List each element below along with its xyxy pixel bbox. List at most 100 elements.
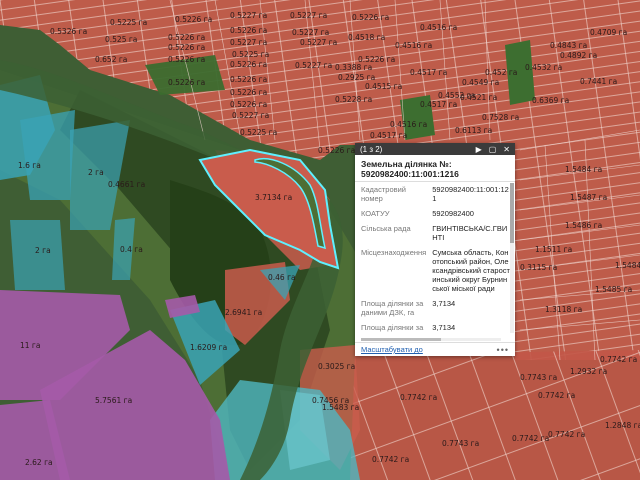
field-value: 3,7134 [432,299,456,308]
parcel-area-label: 0.4517 га [370,131,407,140]
field-value: ГВИНТІВСЬКА/С.ГВИНТІ [432,224,508,242]
parcel-area-label: 0.5227 га [230,38,267,47]
maximize-icon[interactable]: ▢ [489,145,497,154]
parcel-area-label: 0.46 га [268,273,296,282]
parcel-area-label: 0.525 га [105,35,137,44]
parcel-area-label: 1.5484 га [615,261,640,270]
field-key: Місцезнаходження [361,248,427,257]
parcel-area-label: 1.5483 га [322,403,359,412]
parcel-area-label: 0.5326 га [50,27,87,36]
parcel-area-label: 0.2925 га [338,73,375,82]
parcel-area-label: 0.5226 га [168,43,205,52]
field-key: Площа ділянки за даними РРП, га [361,323,424,333]
parcel-area-label: 1.1511 га [535,245,572,254]
field-key: Площа ділянки за даними ДЗК, га [361,299,424,317]
parcel-area-label: 0.4516 га [395,41,432,50]
parcel-area-label: 5.7561 га [95,396,132,405]
popup-body: Кадастровий номер 5920982400:11:001:121 КО… [355,183,510,333]
parcel-area-label: 0.3115 га [520,263,557,272]
play-icon[interactable]: ▶ [476,145,482,154]
parcel-area-label: 0.5226 га [168,78,205,87]
parcel-area-label: 0.4516 га [390,120,427,129]
parcel-area-label: 3.7134 га [255,193,292,202]
parcel-area-label: 0.7742 га [600,355,637,364]
parcel-area-label: 1.5485 га [595,285,632,294]
parcel-area-label: 0.5225 га [110,18,147,27]
parcel-area-label: 0.5226 га [230,88,267,97]
parcel-area-label: 0.452 га [485,68,517,77]
parcel-area-label: 0.4549 га [462,78,499,87]
parcel-area-label: 0.5226 га [168,33,205,42]
field-value: 5920982400:11:001:121 [432,185,509,203]
field-value: 5920982400 [432,209,474,218]
zoom-to-link[interactable]: Масштабувати до [361,345,497,354]
parcel-area-label: 0.7742 га [538,391,575,400]
parcel-area-label: 0.5227 га [300,38,337,47]
popup-field-row: Площа ділянки за даними РРП, га 3,7134 [355,321,510,333]
parcel-area-label: 0.5226 га [168,55,205,64]
parcel-area-label: 0.5227 га [230,11,267,20]
parcel-area-label: 0.5225 га [232,50,269,59]
parcel-area-label: 0.7528 га [482,113,519,122]
popup-field-row: КОАТУУ 5920982400 [355,207,510,222]
parcel-area-label: 0.4521 га [460,93,497,102]
parcel-area-label: 1.5486 га [565,221,602,230]
parcel-area-label: 0.5226 га [230,26,267,35]
parcel-area-label: 1.3118 га [545,305,582,314]
parcel-area-label: 0.4517 га [410,68,447,77]
cadastral-map[interactable]: 0.5225 га 0.5226 га 0.5227 га 0.5227 га 0.52… [0,0,640,480]
parcel-area-label: 0.3388 га [335,63,372,72]
field-value: Сумська область, Конотопський район, Оле… [432,248,510,293]
popup-hscrollbar[interactable] [361,338,501,341]
parcel-area-label: 0.5227 га [290,11,327,20]
parcel-area-label: 2 га [88,168,104,177]
close-icon[interactable]: ✕ [503,145,510,154]
parcel-area-label: 1.6 га [18,161,41,170]
parcel-area-label: 2 га [35,246,51,255]
parcel-area-label: 0.4518 га [348,33,385,42]
field-key: Кадастровий номер [361,185,406,203]
parcel-area-label: 0.7742 га [372,455,409,464]
parcel-area-label: 0.5226 га [352,13,389,22]
parcel-popup[interactable]: (1 з 2) ▶ ▢ ✕ Земельна ділянка №: 592098… [355,143,515,356]
field-key: КОАТУУ [361,209,390,218]
more-options-icon[interactable]: ••• [497,345,509,355]
parcel-area-label: 1.2932 га [570,367,607,376]
parcel-area-label: 0.4892 га [560,51,597,60]
parcel-area-label: 0.4661 га [108,180,145,189]
parcel-area-label: 2.62 га [25,458,53,467]
parcel-area-label: 0.5226 га [230,60,267,69]
parcel-area-label: 0.5226 га [230,75,267,84]
popup-count: (1 з 2) [360,144,383,154]
parcel-area-label: 0.4516 га [420,23,457,32]
popup-scrollbar[interactable] [510,183,514,333]
parcel-area-label: 0.7742 га [400,393,437,402]
parcel-area-label: 0.4515 га [365,82,402,91]
parcel-area-label: 0.5225 га [240,128,277,137]
parcel-area-label: 0.4709 га [590,28,627,37]
popup-field-row: Сільська рада ГВИНТІВСЬКА/С.ГВИНТІ [355,222,510,246]
popup-header: (1 з 2) ▶ ▢ ✕ [355,143,515,155]
popup-field-row: Площа ділянки за даними ДЗК, га 3,7134 [355,297,510,321]
parcel-area-label: 0.7743 га [520,373,557,382]
parcel-area-label: 0.6113 га [455,126,492,135]
parcel-area-label: 1.5484 га [565,165,602,174]
parcel-area-label: 0.5228 га [335,95,372,104]
parcel-area-label: 0.5226 га [175,15,212,24]
popup-field-row: Місцезнаходження Сумська область, Конотоп… [355,246,510,297]
parcel-area-label: 1.6209 га [190,343,227,352]
parcel-area-label: 0.5227 га [295,61,332,70]
popup-footer: Масштабувати до ••• [355,342,515,356]
popup-field-row: Кадастровий номер 5920982400:11:001:121 [355,183,510,207]
parcel-area-label: 0.4 га [120,245,143,254]
parcel-area-label: 0.5226 га [230,100,267,109]
parcel-area-label: 1.2848 га [605,421,640,430]
parcel-area-label: 0.4843 га [550,41,587,50]
parcel-area-label: 0.5227 га [232,111,269,120]
parcel-area-label: 1.5487 га [570,193,607,202]
popup-title: Земельна ділянка №: 5920982400:11:001:12… [355,155,515,182]
field-value: 3,7134 [432,323,456,332]
parcel-area-label: 2.6941 га [225,308,262,317]
parcel-area-label: 0.7743 га [442,439,479,448]
parcel-area-label: 0.7742 га [548,430,585,439]
